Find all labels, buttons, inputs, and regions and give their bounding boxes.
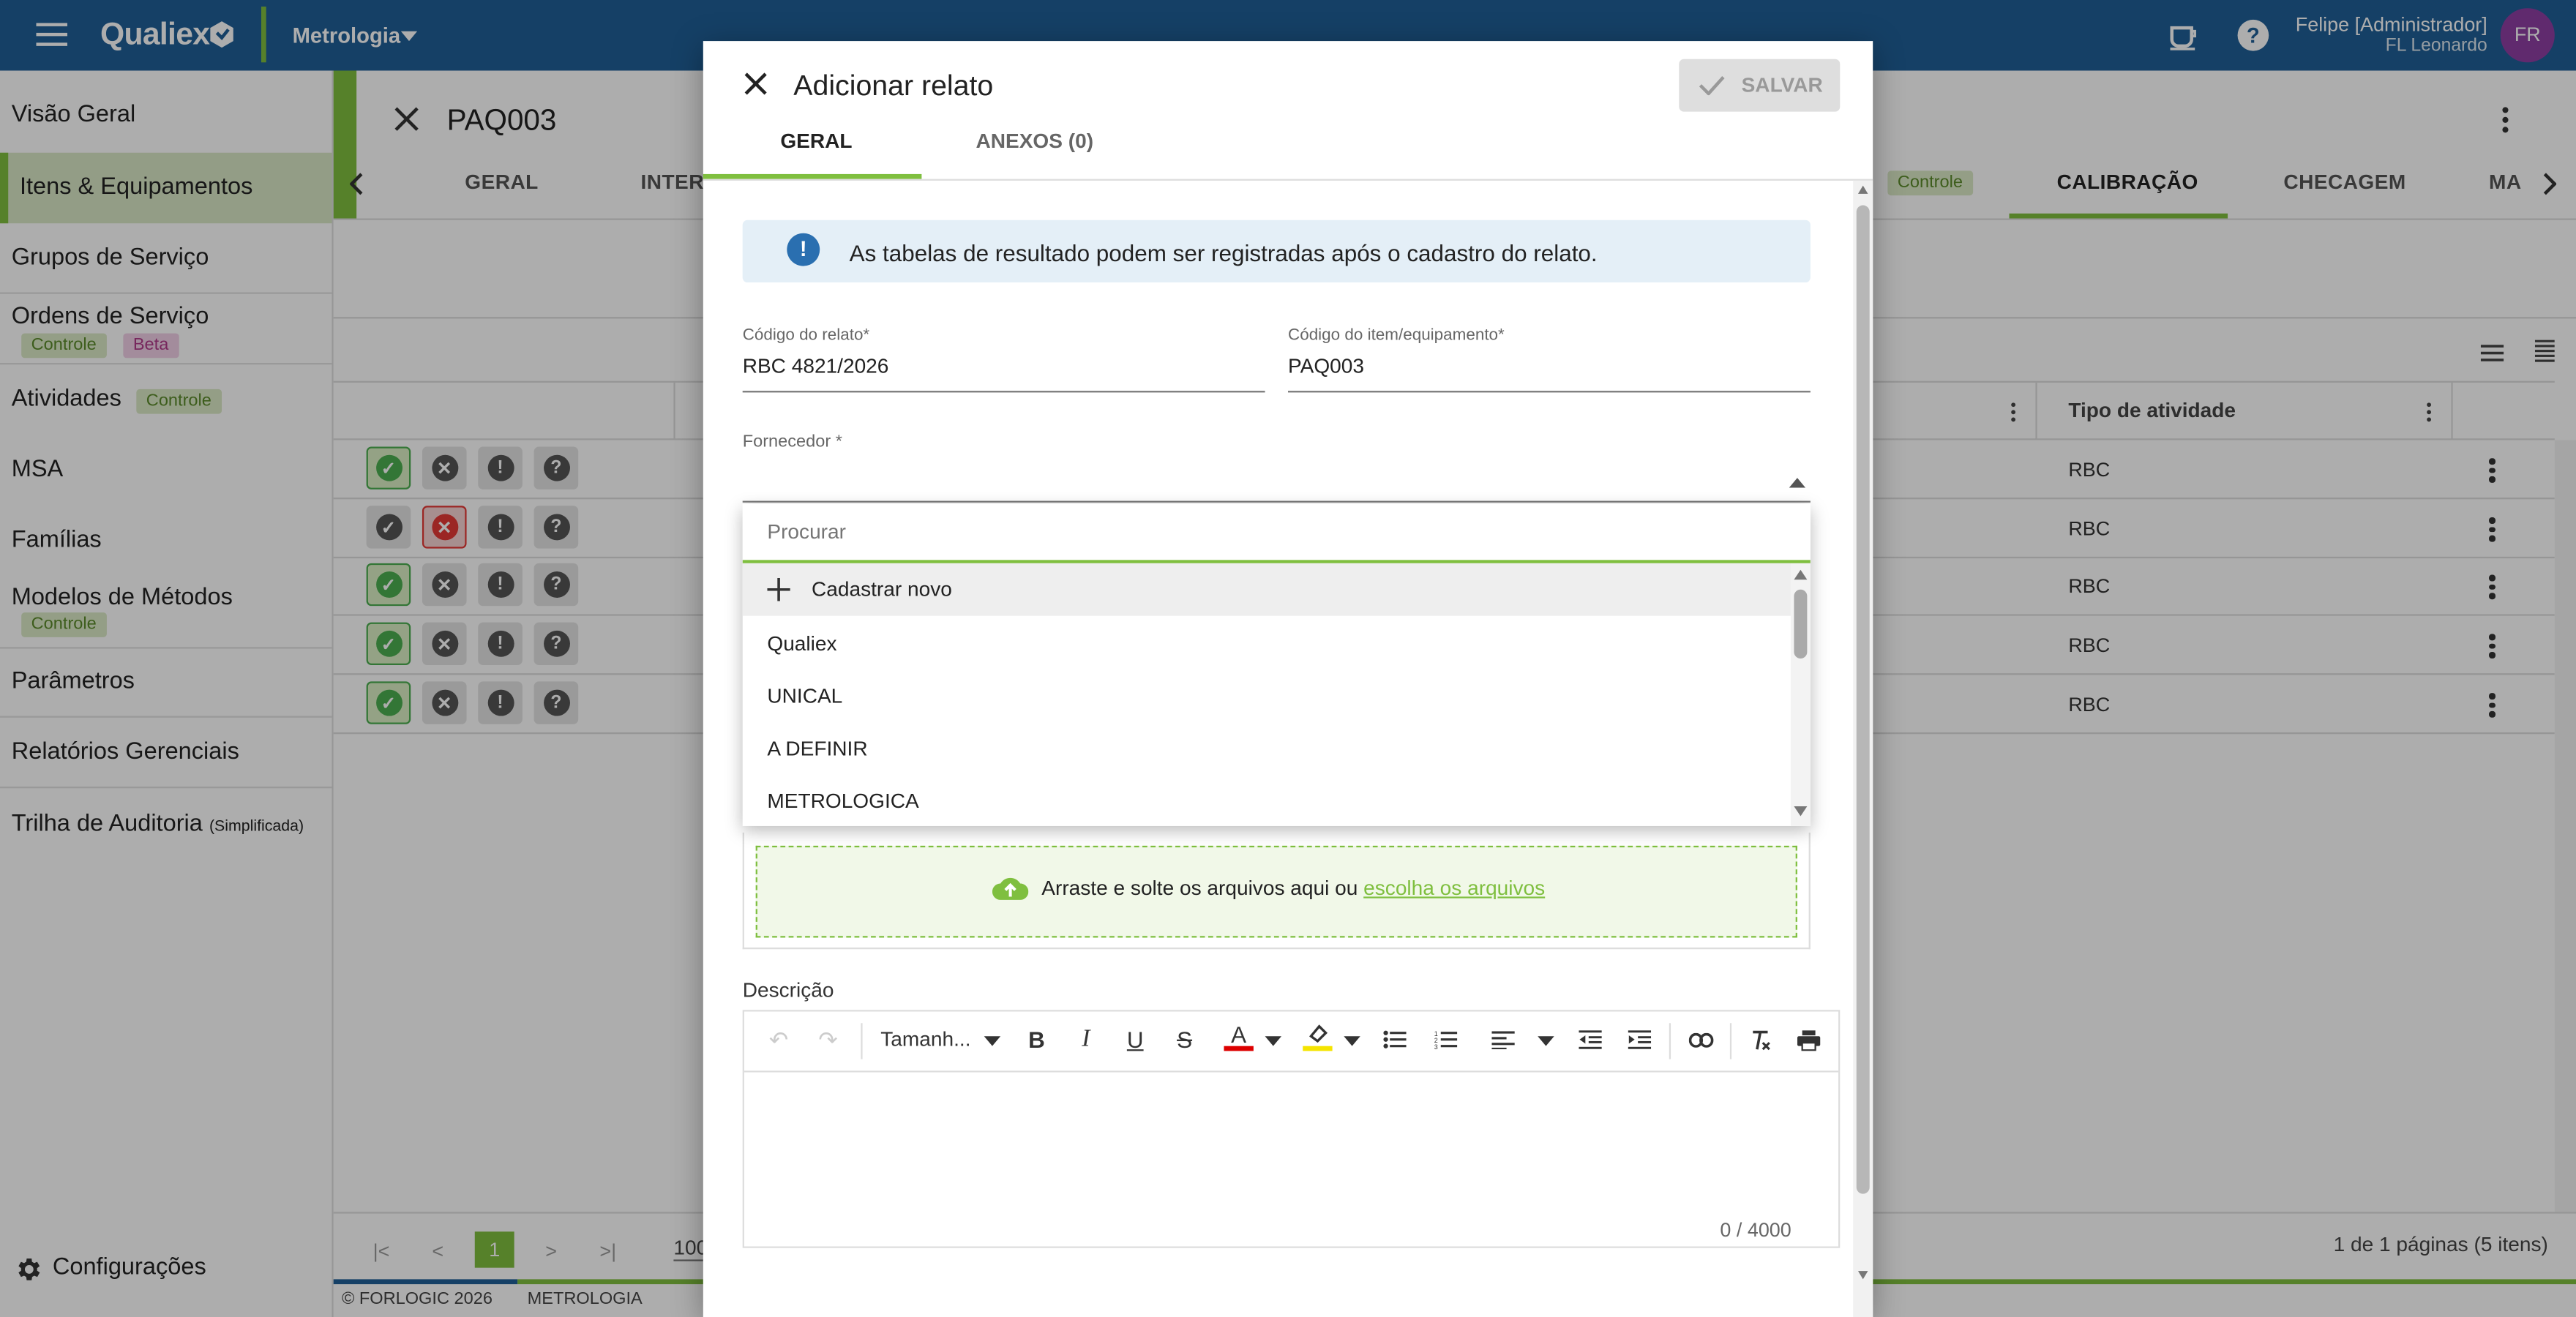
description-editor[interactable]	[744, 1073, 1838, 1248]
dropdown-scrollbar-thumb[interactable]	[1794, 589, 1808, 659]
font-size-select[interactable]: Tamanh...	[880, 1028, 970, 1051]
cloud-upload-icon	[992, 875, 1029, 901]
dialog-title: Adicionar relato	[793, 69, 994, 102]
toolbar-separator	[861, 1023, 863, 1059]
underline-icon[interactable]: U	[1120, 1025, 1150, 1054]
scroll-up-icon[interactable]	[1857, 185, 1868, 194]
save-button[interactable]: SALVAR	[1679, 59, 1841, 112]
toolbar-separator	[1729, 1023, 1732, 1059]
numbered-list-icon[interactable]: 123	[1431, 1025, 1460, 1054]
code-underline	[742, 391, 1265, 393]
dropzone-text: Arraste e solte os arquivos aqui ou esco…	[1041, 877, 1545, 900]
supplier-dropdown: Cadastrar novo Qualiex UNICAL A DEFINIR …	[742, 504, 1811, 826]
print-icon[interactable]	[1794, 1025, 1823, 1054]
scroll-down-icon[interactable]	[1794, 806, 1808, 817]
chevron-down-icon[interactable]	[1538, 1036, 1554, 1046]
dialog-tabs-divider	[703, 179, 1873, 181]
dialog-tab-geral[interactable]: GERAL	[780, 130, 852, 152]
clear-format-icon[interactable]	[1745, 1025, 1774, 1054]
link-icon[interactable]	[1685, 1025, 1715, 1054]
align-left-icon[interactable]	[1489, 1025, 1518, 1054]
option-label: Cadastrar novo	[811, 578, 952, 601]
bullet-list-icon[interactable]	[1380, 1025, 1409, 1054]
indent-icon[interactable]	[1625, 1025, 1654, 1054]
char-counter: 0 / 4000	[1720, 1218, 1791, 1242]
dialog-scrollbar[interactable]	[1853, 180, 1873, 1317]
bold-icon[interactable]: B	[1022, 1025, 1051, 1054]
option-unical[interactable]: UNICAL	[743, 670, 1791, 723]
dropzone[interactable]: Arraste e solte os arquivos aqui ou esco…	[755, 845, 1797, 938]
redo-icon[interactable]: ↷	[813, 1025, 842, 1054]
chevron-down-icon[interactable]	[984, 1036, 1001, 1046]
scroll-up-icon[interactable]	[1794, 569, 1808, 580]
close-icon[interactable]	[744, 72, 767, 95]
outdent-icon[interactable]	[1576, 1025, 1605, 1054]
toolbar-separator	[1669, 1023, 1671, 1059]
info-message: As tabelas de resultado podem ser regist…	[849, 239, 1598, 266]
undo-icon[interactable]: ↶	[764, 1025, 793, 1054]
code-field[interactable]: RBC 4821/2026	[743, 355, 889, 378]
italic-icon[interactable]: I	[1071, 1025, 1101, 1054]
item-code-underline	[1288, 391, 1811, 393]
font-color-icon[interactable]: A	[1224, 1021, 1254, 1051]
option-qualiex[interactable]: Qualiex	[743, 618, 1791, 670]
supplier-label: Fornecedor *	[742, 432, 842, 452]
dialog-scrollbar-thumb[interactable]	[1856, 205, 1870, 1194]
highlight-color-icon[interactable]	[1303, 1021, 1333, 1051]
description-label: Descrição	[742, 978, 834, 1002]
info-banner: ! As tabelas de resultado podem ser regi…	[742, 220, 1811, 283]
svg-text:3: 3	[1434, 1043, 1438, 1049]
scroll-down-icon[interactable]	[1857, 1271, 1868, 1280]
option-label: METROLOGICA	[767, 789, 919, 813]
option-add-new[interactable]: Cadastrar novo	[742, 563, 1791, 616]
chevron-down-icon[interactable]	[1344, 1036, 1360, 1046]
option-metrologica[interactable]: METROLOGICA	[743, 775, 1791, 826]
chevron-down-icon[interactable]	[1265, 1036, 1282, 1046]
item-code-field[interactable]: PAQ003	[1288, 355, 1364, 378]
check-icon	[1699, 75, 1725, 96]
option-label: Qualiex	[767, 632, 837, 656]
plus-icon	[767, 578, 790, 601]
option-a-definir[interactable]: A DEFINIR	[743, 723, 1791, 776]
choose-files-link[interactable]: escolha os arquivos	[1363, 877, 1545, 900]
option-label: A DEFINIR	[767, 737, 868, 761]
item-code-label: Código do item/equipamento*	[1288, 326, 1505, 345]
dropdown-search-input[interactable]	[742, 504, 1811, 563]
dropzone-text-label: Arraste e solte os arquivos aqui ou	[1041, 877, 1364, 900]
info-icon: !	[787, 233, 820, 266]
dropdown-scrollbar[interactable]	[1790, 563, 1811, 826]
supplier-select[interactable]	[743, 455, 1811, 498]
option-label: UNICAL	[767, 684, 843, 708]
active-tab-indicator	[703, 173, 922, 179]
dialog-tab-anexos[interactable]: ANEXOS (0)	[976, 130, 1093, 152]
strikethrough-icon[interactable]: S	[1169, 1025, 1199, 1054]
code-label: Código do relato*	[742, 326, 870, 345]
save-label: SALVAR	[1741, 73, 1823, 97]
supplier-underline	[742, 500, 1811, 503]
chevron-up-icon[interactable]	[1789, 478, 1806, 488]
